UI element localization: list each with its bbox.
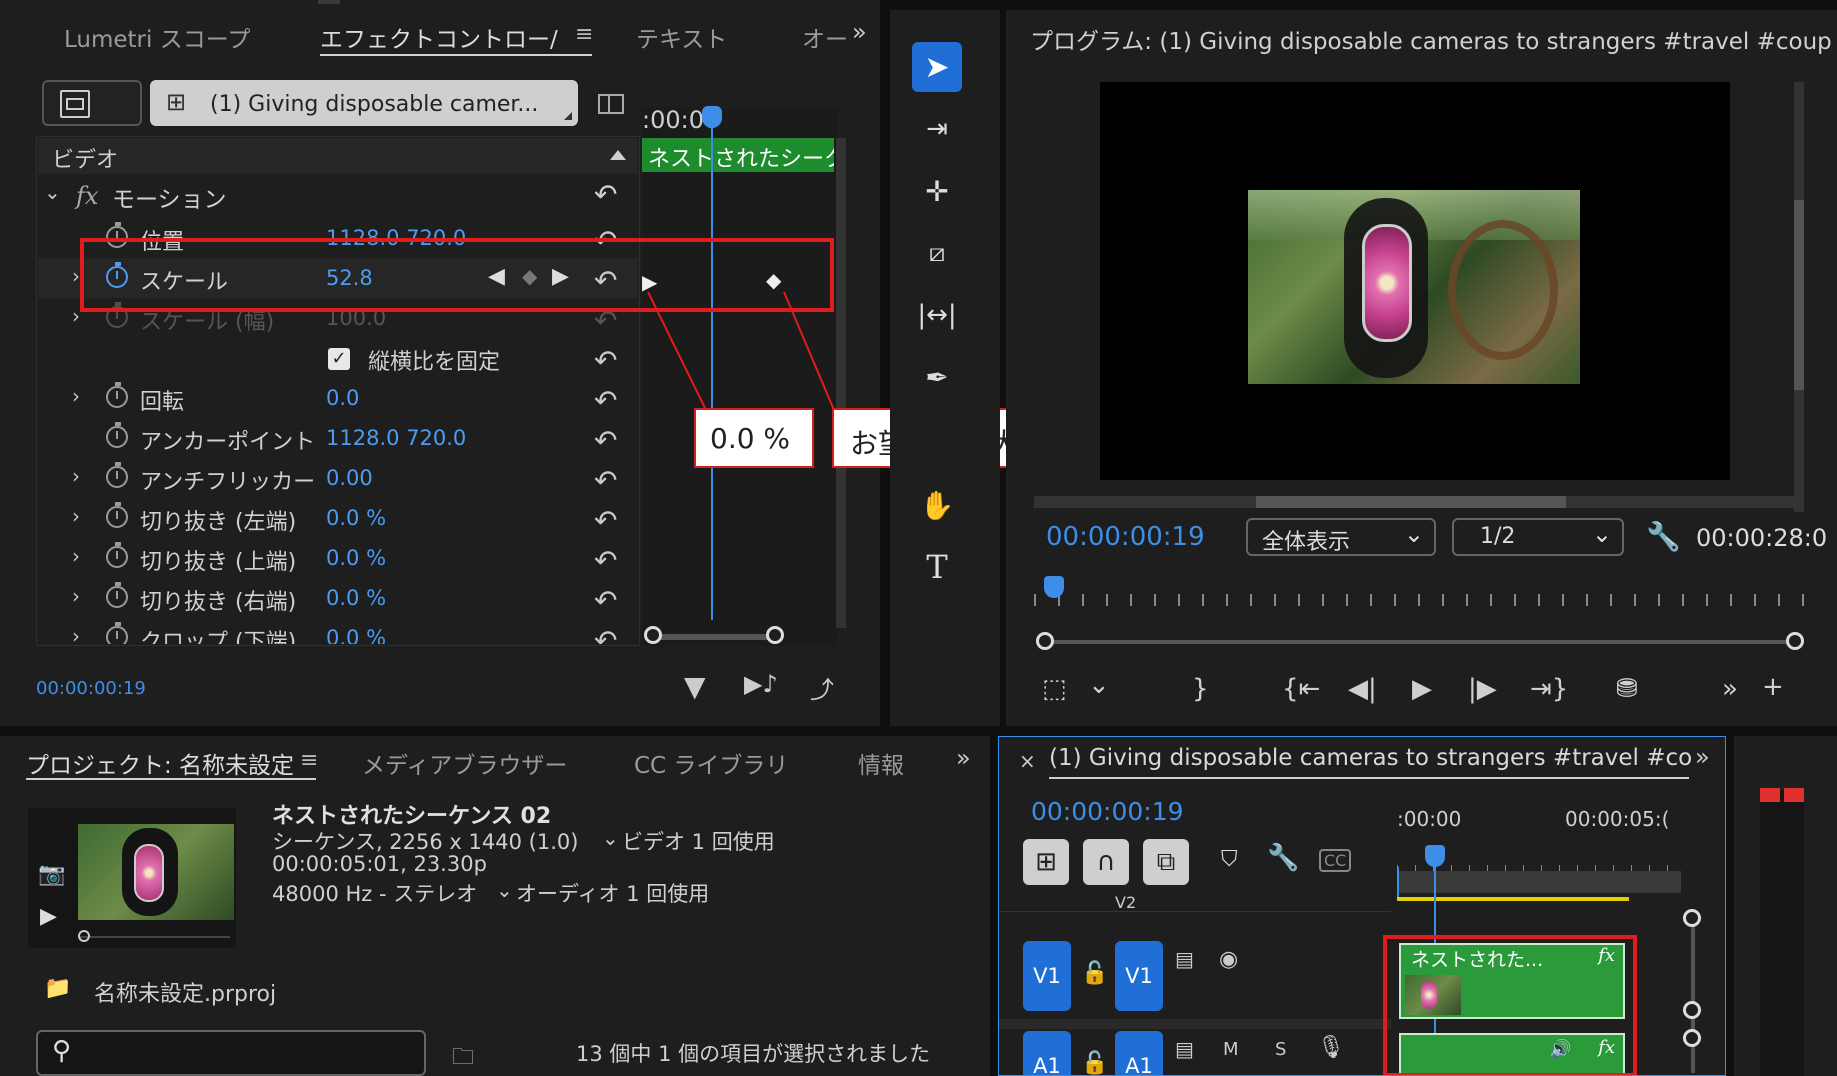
search-icon: ⚲ [52, 1036, 72, 1066]
flower-image [1362, 224, 1412, 342]
safe-margins-icon[interactable]: ⬚ [1042, 674, 1067, 704]
search-input[interactable]: ⚲ [36, 1030, 426, 1076]
hand-tool[interactable]: ✋ [912, 480, 962, 530]
more-tabs-icon[interactable]: » [1695, 743, 1710, 771]
video-frame [1248, 190, 1580, 384]
slip-tool[interactable]: |↔| [912, 290, 962, 340]
peak-indicator-left[interactable] [1760, 788, 1780, 802]
track-select-icon: ⇥ [926, 114, 948, 144]
razor-tool[interactable]: ⧄ [912, 228, 962, 278]
program-duration: 00:00:28:0 [1696, 524, 1828, 552]
bin-icon: 📁 [44, 976, 72, 1001]
step-back-icon[interactable]: ◀| [1348, 674, 1377, 704]
selection-status: 13 個中 1 個の項目が選択されました [576, 1042, 931, 1066]
type-tool[interactable]: T [912, 542, 962, 592]
microphone-icon[interactable]: 🎙 [1317, 1035, 1345, 1060]
timeline-title: (1) Giving disposable cameras to strange… [1049, 745, 1693, 771]
type-icon: T [926, 548, 948, 586]
sync-lock-icon[interactable]: ▤ [1175, 947, 1194, 971]
program-title: プログラム: (1) Giving disposable cameras to … [1030, 29, 1832, 55]
find-icon[interactable]: 🗀 [452, 1040, 474, 1076]
project-panel: プロジェクト: 名称未設定 ≡ メディアブラウザー CC ライブラリ 情報 » … [0, 736, 990, 1076]
tab-info[interactable]: 情報 [858, 746, 904, 780]
nest-toggle-button[interactable]: ⊞ [1023, 839, 1069, 885]
chevron-down-icon: ⌄ [1403, 520, 1424, 548]
callout-zero-percent: 0.0 % [694, 408, 814, 468]
zoom-dropdown[interactable]: 全体表示 ⌄ [1246, 518, 1436, 556]
wrench-icon[interactable]: 🔧 [1646, 520, 1681, 553]
chevron-down-icon: ⌄ [1591, 520, 1612, 548]
track-a1-button[interactable]: A1 [1115, 1031, 1163, 1075]
sequence-info-3: 48000 Hz - ステレオ [272, 882, 478, 906]
selection-tool[interactable]: ➤ [912, 42, 962, 92]
link-icon: ⧉ [1156, 847, 1176, 877]
timeline-panel: × (1) Giving disposable cameras to stran… [998, 736, 1726, 1076]
tab-cc-libraries[interactable]: CC ライブラリ [634, 746, 788, 780]
linked-selection-button[interactable]: ⧉ [1143, 839, 1189, 885]
add-button-icon[interactable]: + [1762, 672, 1784, 702]
play-icon[interactable]: ▶ [1412, 674, 1432, 704]
more-tabs-icon[interactable]: » [956, 744, 971, 772]
mute-button[interactable]: M [1223, 1039, 1239, 1060]
magnet-icon: ∩ [1096, 847, 1116, 877]
program-timecode[interactable]: 00:00:00:19 [1046, 522, 1205, 552]
audio-meter [1760, 790, 1804, 1076]
sequence-thumbnail[interactable] [78, 824, 234, 920]
mark-out-icon[interactable]: } [1192, 674, 1209, 704]
hand-icon: ✋ [919, 488, 955, 522]
export-frame-icon[interactable]: ⛃ [1616, 674, 1638, 704]
razor-icon: ⧄ [928, 237, 946, 268]
camera-icon[interactable]: 📷 [38, 862, 65, 887]
resolution-dropdown[interactable]: 1/2 ⌄ [1452, 518, 1624, 556]
track-v1-button[interactable]: V1 [1115, 941, 1163, 1011]
project-file[interactable]: 名称未設定.prproj [94, 976, 276, 1008]
program-zoom-bar[interactable] [1046, 640, 1796, 644]
timeline-timecode[interactable]: 00:00:00:19 [1031, 797, 1184, 826]
ripple-edit-icon: ✛ [925, 174, 949, 208]
solo-button[interactable]: S [1275, 1039, 1286, 1060]
more-controls-icon[interactable]: » [1722, 674, 1738, 704]
track-scroll[interactable] [1691, 913, 1695, 1073]
program-monitor: プログラム: (1) Giving disposable cameras to … [1006, 10, 1837, 726]
checkmark-icon: ⌄ [496, 878, 513, 902]
track-v2-label: V2 [1115, 893, 1137, 912]
ruler-start-label: :00:00 [1397, 807, 1462, 831]
video-usage: ビデオ 1 回使用 [622, 830, 775, 854]
slip-icon: |↔| [917, 300, 957, 330]
source-a1-button[interactable]: A1 [1023, 1031, 1071, 1075]
program-ruler[interactable] [1034, 584, 1804, 614]
marker-icon[interactable]: ⛉ [1221, 847, 1238, 872]
ruler-end-label: 00:00:05:( [1565, 807, 1670, 831]
lock-icon[interactable]: 🔓 [1081, 1051, 1108, 1075]
pen-tool[interactable]: ✒ [912, 352, 962, 402]
nest-icon: ⊞ [1035, 847, 1057, 877]
step-forward-icon[interactable]: |▶ [1468, 674, 1497, 704]
selection-arrow-icon: ➤ [924, 49, 950, 85]
go-to-out-icon[interactable]: ⇥} [1530, 674, 1568, 704]
panel-menu-icon[interactable]: ≡ [300, 748, 318, 773]
program-playhead[interactable] [1044, 576, 1064, 598]
peak-indicator-right[interactable] [1784, 788, 1804, 802]
go-to-in-icon[interactable]: {⇤ [1282, 674, 1320, 704]
wrench-icon[interactable]: 🔧 [1267, 843, 1299, 873]
clip-highlight-box [1383, 935, 1637, 1075]
tab-media-browser[interactable]: メディアブラウザー [362, 746, 567, 780]
pen-icon: ✒ [925, 360, 949, 394]
ripple-edit-tool[interactable]: ✛ [912, 166, 962, 216]
eye-icon[interactable]: ◉ [1219, 947, 1238, 972]
audio-meter-panel [1734, 736, 1837, 1076]
snap-button[interactable]: ∩ [1083, 839, 1129, 885]
captions-icon[interactable]: CC [1319, 849, 1352, 872]
track-select-tool[interactable]: ⇥ [912, 104, 962, 154]
sync-lock-icon[interactable]: ▤ [1175, 1037, 1194, 1061]
close-icon[interactable]: × [1019, 749, 1036, 773]
play-thumbnail-icon[interactable]: ▶ [40, 904, 57, 929]
chevron-down-icon[interactable]: ⌄ [1088, 670, 1110, 700]
source-v1-button[interactable]: V1 [1023, 941, 1071, 1011]
lock-icon[interactable]: 🔓 [1081, 961, 1108, 986]
checkmark-icon: ⌄ [602, 826, 619, 850]
tab-project[interactable]: プロジェクト: 名称未設定 [26, 746, 294, 780]
sequence-info-2: 00:00:05:01, 23.30p [272, 852, 487, 876]
audio-usage: オーディオ 1 回使用 [516, 882, 710, 906]
